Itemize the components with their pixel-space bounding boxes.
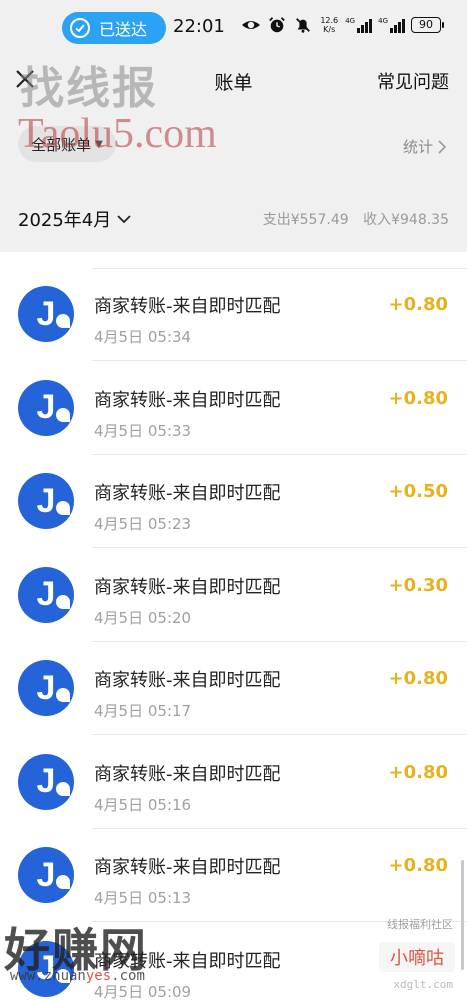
transaction-amount: +0.80 [388, 761, 449, 783]
transaction-time: 4月5日 05:34 [94, 328, 192, 346]
transaction-time: 4月5日 05:16 [94, 795, 192, 814]
avatar-letter: J [36, 294, 56, 333]
transaction-amount: +0.80 [388, 668, 449, 689]
transaction-time: 4月5日 05:20 [94, 608, 192, 627]
transaction-title: 商家转账-来自即时匹配 [94, 857, 281, 878]
network-tag-2: 4G [378, 17, 388, 25]
income-total: 收入¥948.35 [363, 212, 449, 228]
faq-link[interactable]: 常见问题 [377, 68, 449, 94]
transaction-list[interactable]: J 商家转账-来自即时匹配 4月5日 05:34 +0.80 J 商家转账-来自即时匹配 4… [0, 252, 467, 1000]
merchant-avatar-icon: J [18, 566, 74, 623]
merchant-avatar-icon: J [18, 847, 74, 903]
merchant-avatar-icon: J [18, 286, 74, 342]
transaction-row[interactable]: J 商家转账-来自即时匹配 4月5日 05:20 +0.30 [0, 549, 467, 642]
mute-bell-icon [293, 15, 313, 35]
alarm-icon [267, 15, 287, 35]
check-icon [70, 18, 90, 38]
net-speed-value: 12.6 [320, 16, 339, 25]
expense-total: 支出¥557.49 [262, 212, 349, 228]
transaction-title: 商家转账-来自即时匹配 [94, 576, 281, 598]
merchant-avatar-icon: J [18, 660, 74, 716]
avatar-tail [56, 688, 70, 702]
stats-link[interactable]: 统计 [403, 136, 447, 157]
avatar-tail [56, 407, 70, 422]
transaction-row[interactable]: J 商家转账-来自即时匹配 4月5日 05:34 +0.80 [0, 268, 467, 361]
transaction-title: 商家转账-来自即时匹配 [94, 763, 281, 785]
sent-label: 已送达 [99, 20, 148, 39]
avatar-tail [56, 501, 70, 515]
transaction-amount: +0.50 [388, 481, 449, 502]
transaction-title: 商家转账-来自即时匹配 [94, 296, 281, 317]
transaction-time: 4月5日 05:23 [94, 515, 192, 533]
avatar-letter: J [36, 855, 56, 894]
avatar-letter: J [36, 388, 56, 426]
month-bar: 2025年4月 支出¥557.49 收入¥948.35 [0, 186, 467, 252]
merchant-avatar-icon: J [18, 379, 74, 436]
sent-status-pill[interactable]: 已送达 [62, 12, 166, 44]
merchant-avatar-icon: J [18, 753, 74, 810]
avatar-letter: J [36, 575, 56, 613]
avatar-letter: J [36, 668, 56, 707]
net-speed: 12.6 K/s [319, 16, 339, 34]
month-summary: 支出¥557.49 收入¥948.35 [263, 209, 449, 229]
net-speed-unit: K/s [323, 25, 336, 34]
url-suffix: .com [111, 968, 145, 984]
chevron-right-icon [438, 139, 447, 154]
transaction-amount: +0.80 [388, 387, 449, 409]
avatar-letter: J [36, 762, 56, 800]
watermark-right-logo: 小嘀咕 [379, 942, 455, 972]
transaction-time: 4月5日 05:33 [94, 421, 192, 440]
month-selector[interactable]: 2025年4月 [18, 206, 131, 232]
watermark-top-cn: 找线报 [20, 63, 158, 114]
transaction-time: 4月5日 05:17 [94, 702, 192, 720]
transaction-row[interactable]: J 商家转账-来自即时匹配 4月5日 05:16 +0.80 [0, 736, 467, 829]
merchant-avatar-icon: J [18, 473, 74, 529]
avatar-tail [56, 594, 70, 609]
url-prefix: www.zhuan [10, 968, 86, 984]
transaction-row[interactable]: J 商家转账-来自即时匹配 4月5日 05:13 +0.80 [0, 829, 467, 922]
avatar-tail [56, 314, 70, 328]
stats-label: 统计 [402, 138, 433, 156]
status-bar: 已送达 22:01 12.6 K/s 4G 4G 90 [0, 0, 467, 56]
transaction-row[interactable]: J 商家转账-来自即时匹配 4月5日 05:17 +0.80 [0, 642, 467, 735]
scrollbar[interactable] [461, 860, 464, 970]
transaction-row[interactable]: J 商家转账-来自即时匹配 4月5日 05:23 +0.50 [0, 455, 467, 548]
avatar-letter: J [36, 481, 56, 520]
transaction-title: 商家转账-来自即时匹配 [94, 483, 281, 504]
status-icons: 12.6 K/s 4G 4G 90 [241, 15, 444, 35]
watermark-right-caption: 线报福利社区 [387, 918, 453, 931]
url-accent: yes [85, 968, 112, 984]
network-tag: 4G [345, 17, 356, 25]
transaction-amount: +0.30 [388, 574, 449, 596]
transaction-title: 商家转账-来自即时匹配 [94, 670, 281, 691]
chevron-down-icon [117, 215, 131, 224]
avatar-tail [56, 875, 70, 889]
transaction-title: 商家转账-来自即时匹配 [94, 389, 281, 411]
watermark-bottom-url: www.zhuanyes.com [10, 968, 145, 984]
transaction-time: 4月5日 05:13 [94, 889, 192, 907]
signal-icon-2: 4G [378, 17, 405, 33]
avatar-tail [56, 781, 70, 796]
status-time: 22:01 [173, 16, 225, 37]
transaction-amount: +0.80 [388, 294, 449, 315]
transaction-amount: +0.80 [388, 855, 449, 876]
month-label: 2025年4月 [18, 210, 112, 231]
battery-indicator: 90 [411, 17, 444, 33]
transaction-row[interactable]: J 商家转账-来自即时匹配 4月5日 05:33 +0.80 [0, 362, 467, 455]
signal-icon: 4G [345, 17, 373, 33]
watermark-right-url: xdglt.com [393, 978, 453, 991]
eye-icon [241, 15, 261, 35]
watermark-top-en: Taolu5.com [18, 111, 217, 157]
